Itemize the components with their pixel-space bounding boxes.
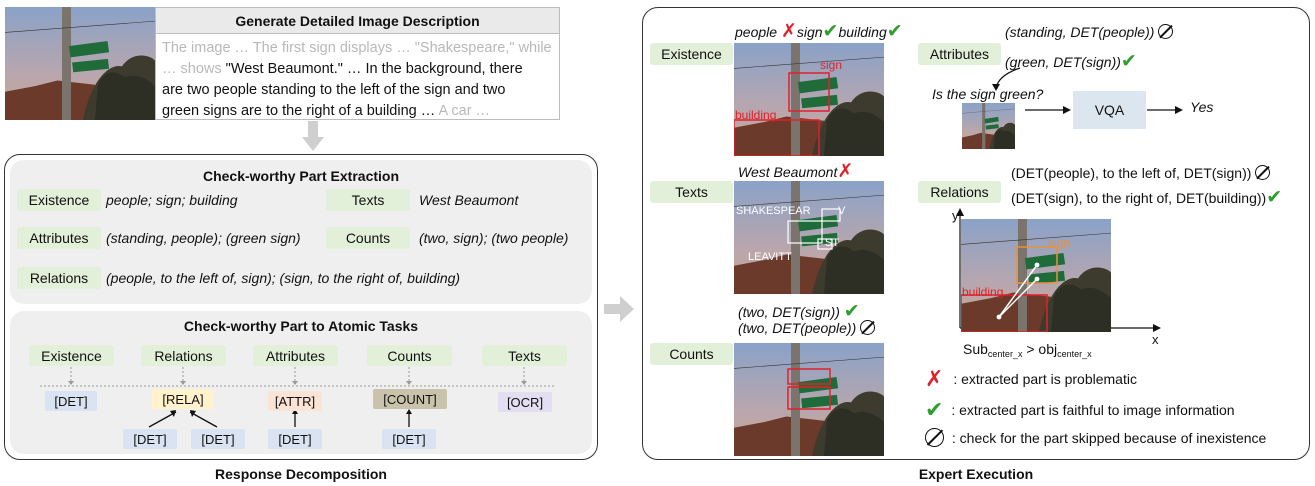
expert-tag-counts: Counts — [650, 343, 733, 365]
ocr-label-shakespeare: SHAKESPEAR — [736, 205, 811, 217]
box-label-sign: sign — [820, 58, 843, 72]
expert-tag-relations: Relations — [918, 181, 1001, 203]
expert-tag-existence: Existence — [650, 43, 733, 65]
expert-tag-attributes: Attributes — [918, 43, 1001, 65]
texts-image: SHAKESPEAR V ST LEAVITT — [734, 181, 884, 294]
atomic-det-attr: [DET] — [268, 429, 322, 449]
skip-icon — [925, 428, 944, 447]
expert-texts-line: West Beaumont✗ — [738, 161, 854, 182]
expert-rel-left: (DET(people), to the left of, DET(sign)) — [1011, 165, 1271, 181]
caption-left: Response Decomposition — [215, 466, 387, 482]
expert-count-people: (two, DET(people)) — [738, 320, 876, 336]
relation-formula: Subcenter_x > objcenter_x — [963, 341, 1092, 359]
check-icon: ✔ — [886, 21, 903, 42]
legend-cross: ✗ : extracted part is problematic — [925, 366, 1137, 391]
expert-existence-line: people ✗sign✔building✔ — [735, 21, 903, 42]
atomic-count: [COUNT] — [373, 389, 447, 409]
atomic-det-rela-right: [DET] — [191, 429, 245, 449]
check-icon: ✔ — [1266, 187, 1283, 208]
axis-x-label: x — [1152, 332, 1159, 347]
atomic-det-rela-left: [DET] — [123, 429, 177, 449]
vqa-answer: Yes — [1190, 99, 1214, 115]
atomic-det-existence: [DET] — [45, 391, 97, 411]
check-icon: ✔ — [822, 21, 839, 42]
vqa-box: VQA — [1073, 91, 1146, 129]
box-label-building: building — [735, 108, 777, 122]
existence-image: sign building — [734, 43, 884, 156]
check-icon: ✔ — [925, 397, 944, 422]
ocr-label-v: V — [838, 205, 846, 217]
cross-icon: ✗ — [780, 21, 797, 42]
atomic-attr: [ATTR] — [268, 391, 322, 411]
ocr-label-st: ST — [825, 237, 840, 249]
ocr-label-leavitt: LEAVITT — [748, 251, 792, 263]
expert-tag-texts: Texts — [650, 181, 733, 203]
plot-label-sign: sign — [1048, 236, 1071, 250]
skip-icon — [1255, 165, 1271, 180]
check-icon: ✔ — [1120, 51, 1137, 72]
skip-icon — [860, 320, 876, 335]
axis-y-label: y — [952, 208, 959, 223]
plot-label-building: building — [962, 285, 1004, 299]
check-icon: ✔ — [843, 301, 860, 322]
cross-icon: ✗ — [837, 161, 854, 182]
legend-check: ✔ : extracted part is faithful to image … — [925, 397, 1235, 422]
legend-skip: : check for the part skipped because of … — [925, 428, 1266, 447]
relation-image: sign building — [961, 219, 1111, 332]
vqa-label: VQA — [1094, 102, 1125, 118]
atomic-det-count: [DET] — [382, 429, 436, 449]
expert-rel-right: (DET(sign), to the right of, DET(buildin… — [1011, 187, 1283, 208]
counts-image — [734, 343, 884, 456]
skip-icon — [1158, 24, 1174, 39]
cross-icon: ✗ — [925, 366, 944, 391]
atomic-ocr: [OCR] — [498, 392, 552, 412]
vqa-image — [962, 103, 1015, 149]
atomic-rela: [RELA] — [152, 389, 214, 409]
expert-attr-standing: (standing, DET(people)) — [1005, 24, 1174, 40]
caption-right: Expert Execution — [918, 466, 1034, 482]
right-arrow-icon — [604, 296, 634, 322]
